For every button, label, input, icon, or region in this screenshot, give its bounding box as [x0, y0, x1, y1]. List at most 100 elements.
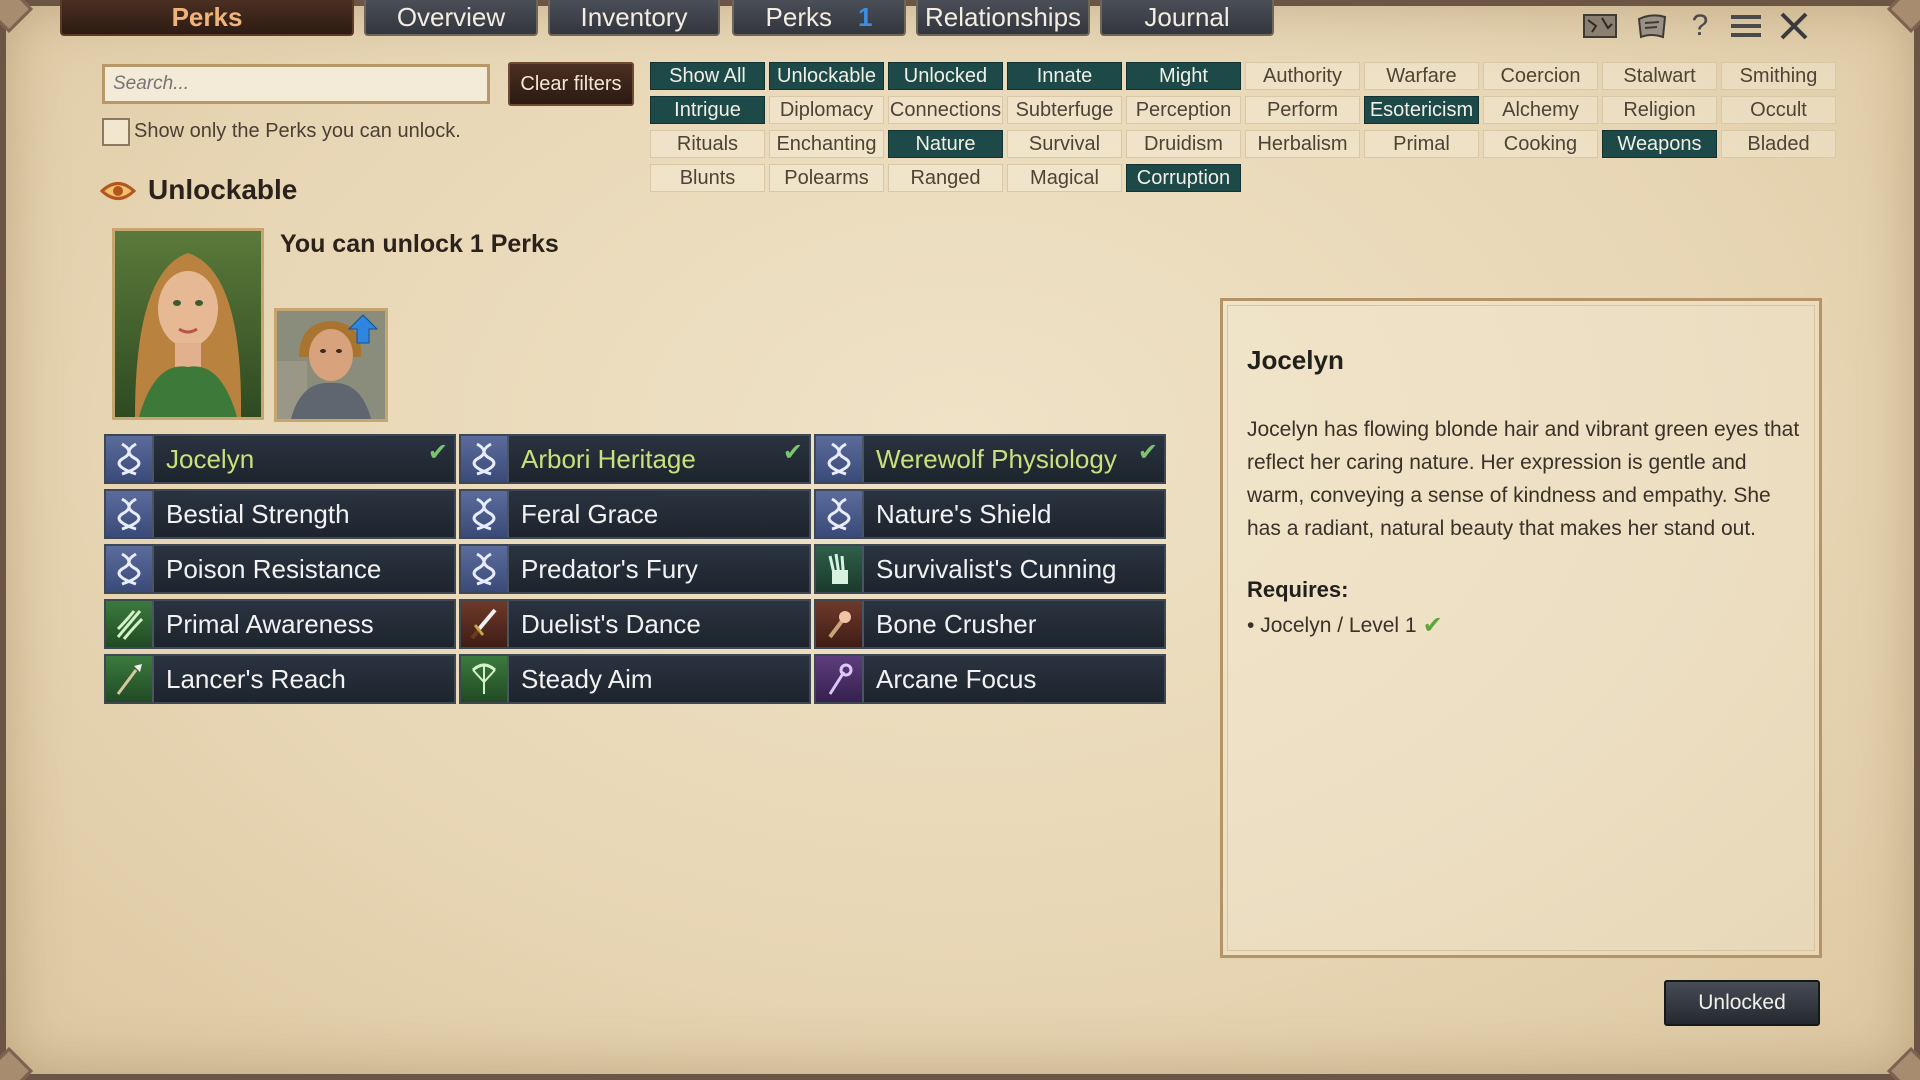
tab-perks-label: Perks [765, 1, 832, 32]
dna-icon [816, 436, 864, 482]
filter-unlocked[interactable]: Unlocked [888, 62, 1003, 90]
scroll-icon[interactable] [1632, 8, 1672, 44]
filter-blunts[interactable]: Blunts [650, 164, 765, 192]
tab-relationships[interactable]: Relationships [916, 0, 1090, 36]
perk-nature-s-shield[interactable]: Nature's Shield [814, 489, 1166, 539]
perk-jocelyn[interactable]: Jocelyn ✔ [104, 434, 456, 484]
filter-might[interactable]: Might [1126, 62, 1241, 90]
dna-icon [106, 546, 154, 592]
bullet: • [1247, 613, 1261, 637]
perk-primal-awareness[interactable]: Primal Awareness [104, 599, 456, 649]
perk-name: Duelist's Dance [521, 608, 701, 639]
filter-alchemy[interactable]: Alchemy [1483, 96, 1598, 124]
character-portrait-secondary[interactable] [274, 308, 388, 422]
perk-werewolf-physiology[interactable]: Werewolf Physiology ✔ [814, 434, 1166, 484]
perk-grid: Jocelyn ✔ Arbori Heritage ✔ Werewolf Physiol… [104, 434, 1166, 704]
filter-primal[interactable]: Primal [1364, 130, 1479, 158]
filter-perception[interactable]: Perception [1126, 96, 1241, 124]
clear-filters-button[interactable]: Clear filters [508, 62, 634, 106]
filter-show-all[interactable]: Show All [650, 62, 765, 90]
close-icon[interactable] [1774, 8, 1814, 44]
filter-stalwart[interactable]: Stalwart [1602, 62, 1717, 90]
filter-herbalism[interactable]: Herbalism [1245, 130, 1360, 158]
filter-survival[interactable]: Survival [1007, 130, 1122, 158]
sword-icon [461, 601, 509, 647]
perk-bestial-strength[interactable]: Bestial Strength [104, 489, 456, 539]
filter-nature[interactable]: Nature [888, 130, 1003, 158]
tab-inventory[interactable]: Inventory [548, 0, 720, 36]
filter-cooking[interactable]: Cooking [1483, 130, 1598, 158]
perk-name: Bestial Strength [166, 498, 350, 529]
perk-name: Nature's Shield [876, 498, 1052, 529]
map-icon[interactable] [1580, 8, 1620, 44]
only-unlockable-label: Show only the Perks you can unlock. [134, 120, 461, 142]
claw-marks-icon [106, 601, 154, 647]
filter-ranged[interactable]: Ranged [888, 164, 1003, 192]
filter-smithing[interactable]: Smithing [1721, 62, 1836, 90]
perk-poison-resistance[interactable]: Poison Resistance [104, 544, 456, 594]
perk-survivalist-s-cunning[interactable]: Survivalist's Cunning [814, 544, 1166, 594]
menu-icon[interactable] [1726, 8, 1766, 44]
tab-perks[interactable]: Perks 1 [732, 0, 906, 36]
eye-icon [100, 182, 136, 200]
filter-weapons[interactable]: Weapons [1602, 130, 1717, 158]
perk-name: Lancer's Reach [166, 663, 346, 694]
filter-subterfuge[interactable]: Subterfuge [1007, 96, 1122, 124]
filter-coercion[interactable]: Coercion [1483, 62, 1598, 90]
character-portrait-main[interactable] [112, 228, 264, 420]
perk-duelist-s-dance[interactable]: Duelist's Dance [459, 599, 811, 649]
perk-name: Poison Resistance [166, 553, 382, 584]
perk-name: Feral Grace [521, 498, 659, 529]
filter-druidism[interactable]: Druidism [1126, 130, 1241, 158]
tab-overview[interactable]: Overview [364, 0, 538, 36]
filter-connections[interactable]: Connections [888, 96, 1003, 124]
filter-magical[interactable]: Magical [1007, 164, 1122, 192]
section-title: Unlockable [148, 174, 298, 205]
unlocked-button[interactable]: Unlocked [1664, 980, 1820, 1026]
check-icon: ✔ [782, 439, 803, 466]
perk-predator-s-fury[interactable]: Predator's Fury [459, 544, 811, 594]
filter-esotericism[interactable]: Esotericism [1364, 96, 1479, 124]
perk-feral-grace[interactable]: Feral Grace [459, 489, 811, 539]
filter-perform[interactable]: Perform [1245, 96, 1360, 124]
frame-corner [1886, 0, 1920, 34]
filter-unlockable[interactable]: Unlockable [769, 62, 884, 90]
staff-icon [816, 656, 864, 702]
filter-warfare[interactable]: Warfare [1364, 62, 1479, 90]
filter-rituals[interactable]: Rituals [650, 130, 765, 158]
perk-arbori-heritage[interactable]: Arbori Heritage ✔ [459, 434, 811, 484]
filter-innate[interactable]: Innate [1007, 62, 1122, 90]
perk-detail-panel: Jocelyn Jocelyn has flowing blonde hair … [1220, 298, 1822, 958]
mace-icon [816, 601, 864, 647]
notification-badge: 1 [858, 1, 873, 32]
filter-diplomacy[interactable]: Diplomacy [769, 96, 884, 124]
detail-description: Jocelyn has flowing blonde hair and vibr… [1247, 418, 1800, 540]
detail-title: Jocelyn [1247, 345, 1344, 375]
search-input[interactable] [102, 64, 490, 104]
filter-intrigue[interactable]: Intrigue [650, 96, 765, 124]
perk-name: Steady Aim [521, 663, 653, 694]
frame-corner [0, 1046, 34, 1080]
perk-arcane-focus[interactable]: Arcane Focus [814, 654, 1166, 704]
tab-journal[interactable]: Journal [1100, 0, 1274, 36]
filter-polearms[interactable]: Polearms [769, 164, 884, 192]
filter-enchanting[interactable]: Enchanting [769, 130, 884, 158]
quiver-icon [816, 546, 864, 592]
perk-name: Predator's Fury [521, 553, 698, 584]
filter-corruption[interactable]: Corruption [1126, 164, 1241, 192]
filter-occult[interactable]: Occult [1721, 96, 1836, 124]
check-icon: ✔ [1422, 612, 1443, 639]
frame-corner [1886, 1046, 1920, 1080]
dna-icon [461, 491, 509, 537]
filter-bladed[interactable]: Bladed [1721, 130, 1836, 158]
only-unlockable-checkbox[interactable] [102, 118, 130, 146]
spear-icon [106, 656, 154, 702]
filter-authority[interactable]: Authority [1245, 62, 1360, 90]
perk-steady-aim[interactable]: Steady Aim [459, 654, 811, 704]
filter-religion[interactable]: Religion [1602, 96, 1717, 124]
perk-name: Werewolf Physiology [876, 443, 1117, 474]
help-icon[interactable]: ? [1680, 8, 1720, 44]
filter-grid: Show All Unlockable Unlocked Innate Might Aut… [650, 62, 1836, 192]
perk-bone-crusher[interactable]: Bone Crusher [814, 599, 1166, 649]
perk-lancer-s-reach[interactable]: Lancer's Reach [104, 654, 456, 704]
